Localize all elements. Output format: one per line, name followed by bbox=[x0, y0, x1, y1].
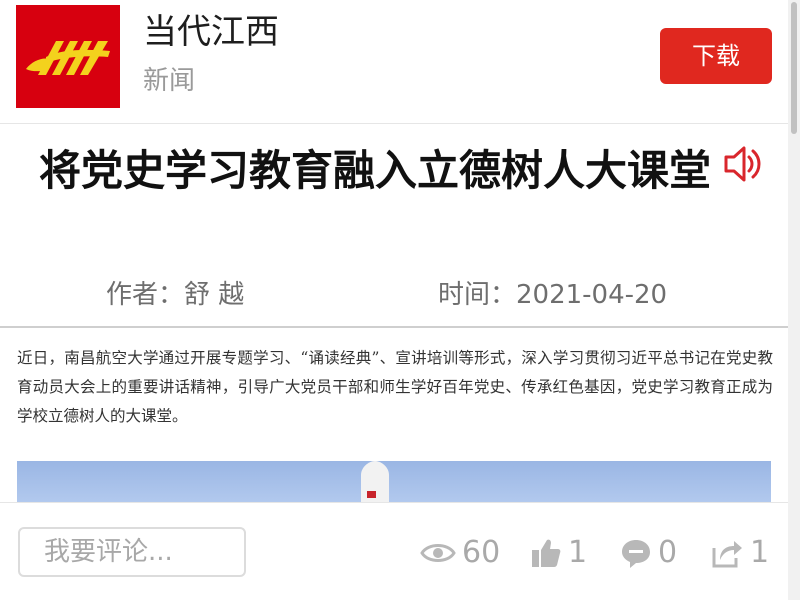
divider bbox=[0, 326, 788, 328]
thumbs-up-icon bbox=[530, 537, 568, 569]
article-title: 将党史学习教育融入立德树人大课堂 bbox=[38, 146, 711, 195]
comment-bubble-icon bbox=[620, 537, 658, 569]
bottom-action-bar: 我要评论... 60 1 0 1 bbox=[0, 502, 788, 600]
app-category: 新闻 bbox=[143, 66, 196, 96]
scrollbar-thumb[interactable] bbox=[791, 2, 797, 134]
like-button[interactable]: 1 bbox=[530, 533, 587, 573]
app-header: 当代江西 新闻 下载 bbox=[0, 0, 788, 124]
download-button[interactable]: 下载 bbox=[660, 28, 772, 84]
article-lead-paragraph: 近日，南昌航空大学通过开展专题学习、“诵读经典”、宣讲培训等形式，深入学习贯彻习… bbox=[17, 349, 773, 425]
view-count-value: 60 bbox=[462, 535, 501, 570]
article-meta: 作者：舒 越 时间：2021-04-20 bbox=[0, 274, 788, 316]
comment-count-button[interactable]: 0 bbox=[620, 533, 677, 573]
share-count-value: 1 bbox=[750, 535, 770, 570]
article-author: 作者：舒 越 bbox=[106, 280, 245, 310]
speaker-icon[interactable] bbox=[720, 142, 764, 186]
view-count: 60 bbox=[420, 533, 500, 573]
share-button[interactable]: 1 bbox=[710, 533, 769, 573]
eye-icon bbox=[420, 539, 462, 567]
app-name: 当代江西 bbox=[143, 12, 279, 52]
comment-count-value: 0 bbox=[658, 535, 678, 570]
article-time: 时间：2021-04-20 bbox=[438, 280, 668, 310]
like-count-value: 1 bbox=[568, 535, 588, 570]
share-icon bbox=[710, 536, 750, 570]
comment-input[interactable]: 我要评论... bbox=[18, 527, 246, 577]
jiangxi-logo-icon bbox=[16, 5, 120, 108]
article-page: 当代江西 新闻 下载 将党史学习教育融入立德树人大课堂 作者：舒 越 时间：20… bbox=[0, 0, 800, 600]
